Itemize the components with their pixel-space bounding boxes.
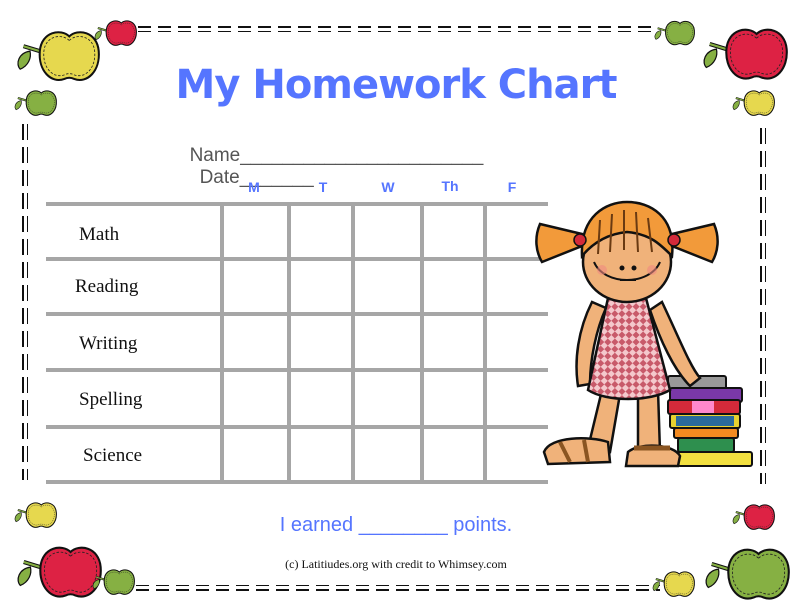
day-header-m: M — [248, 179, 260, 195]
day-header-w: W — [381, 179, 395, 195]
border-left — [22, 124, 30, 480]
grid-line — [46, 202, 548, 206]
apple-red-small-icon — [94, 20, 137, 46]
credit-line: (c) Latitiudes.org with credit to Whimse… — [285, 557, 507, 571]
girl-with-books-illustration — [535, 200, 753, 468]
border-top — [138, 26, 652, 34]
apple-green-large-icon — [700, 548, 790, 600]
border-bottom — [136, 585, 660, 593]
grid-line — [46, 425, 548, 429]
page-title: My Homework Chart — [175, 62, 618, 108]
grid-line — [46, 480, 548, 484]
points-earned-line[interactable]: I earned ________ points. — [0, 514, 792, 537]
day-header-t: T — [318, 179, 328, 195]
subject-reading: Reading — [75, 276, 139, 297]
name-field[interactable]: Name_______________________ — [190, 145, 484, 166]
border-right — [760, 128, 768, 484]
grid-line — [351, 204, 355, 484]
grid-line — [483, 204, 487, 484]
grid-line — [287, 204, 291, 484]
day-header-th: Th — [441, 178, 459, 194]
subject-math: Math — [79, 224, 120, 245]
grid-line — [46, 312, 548, 316]
grid-line — [46, 368, 548, 372]
grid-line — [220, 204, 224, 484]
grid-line — [46, 257, 548, 261]
day-header-f: F — [507, 179, 517, 195]
books-icon — [667, 375, 753, 467]
subject-science: Science — [83, 445, 143, 466]
subject-writing: Writing — [79, 333, 138, 354]
grid-line — [420, 204, 424, 484]
apple-green-small-icon — [653, 20, 695, 46]
subject-spelling: Spelling — [79, 389, 143, 410]
